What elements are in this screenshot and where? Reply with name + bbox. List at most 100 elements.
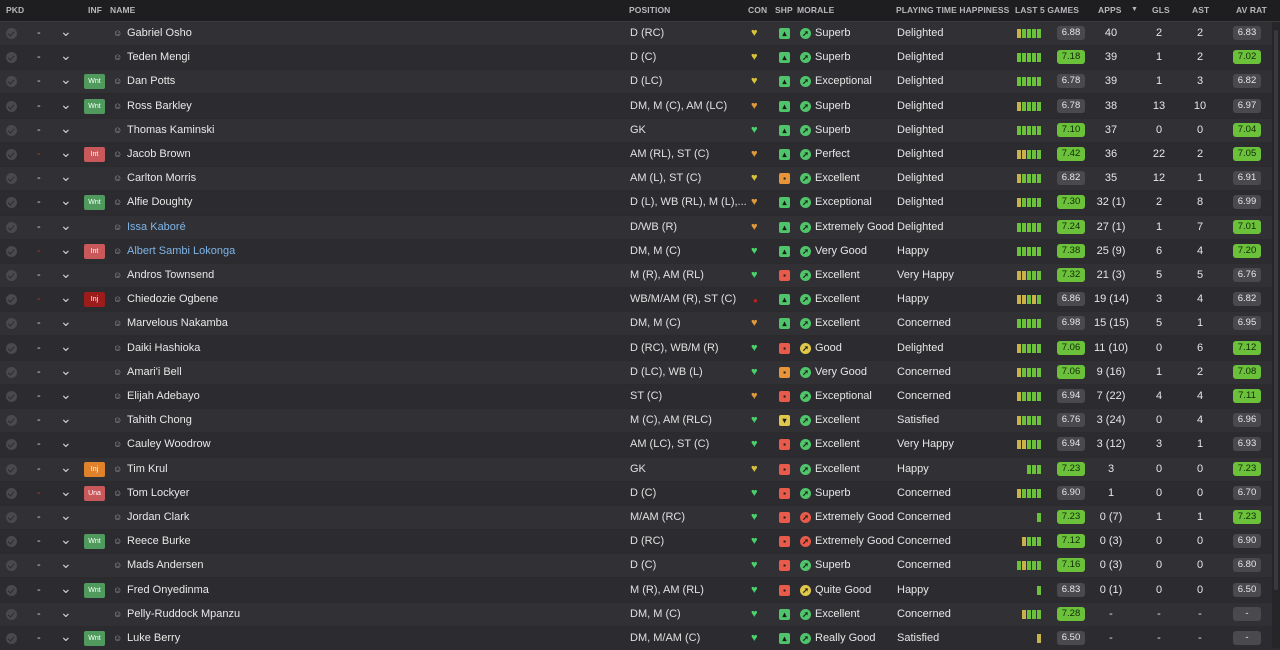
table-row[interactable]: - ⌄ Wnt ☺ Luke Berry DM, M/AM (C) ♥ ▴ ➚ Really Go… (0, 627, 1280, 650)
sort-desc-icon[interactable]: ▼ (1131, 6, 1138, 13)
chevron-down-icon[interactable]: ⌄ (60, 627, 72, 650)
picked-status[interactable]: - (37, 433, 41, 456)
picked-status[interactable]: - (37, 579, 41, 602)
chevron-down-icon[interactable]: ⌄ (60, 312, 72, 335)
picked-status[interactable]: - (37, 361, 41, 384)
select-checkbox[interactable] (6, 608, 17, 620)
table-row[interactable]: - ⌄ ☺ Carlton Morris AM (L), ST (C) ♥ ▪ ➚ Excell… (0, 167, 1280, 191)
chevron-down-icon[interactable]: ⌄ (60, 530, 72, 553)
col-inf-header[interactable]: INF (88, 5, 102, 15)
col-avrat-header[interactable]: AV RAT (1236, 5, 1267, 15)
select-checkbox[interactable] (6, 294, 17, 306)
select-checkbox[interactable] (6, 584, 17, 596)
player-name[interactable]: Issa Kaboré (127, 216, 186, 239)
player-name[interactable]: Fred Onyedinma (127, 579, 209, 602)
player-name[interactable]: Jordan Clark (127, 506, 189, 529)
select-checkbox[interactable] (6, 245, 17, 257)
chevron-down-icon[interactable]: ⌄ (60, 337, 72, 360)
chevron-down-icon[interactable]: ⌄ (60, 143, 72, 166)
picked-status[interactable]: - (37, 216, 41, 239)
player-name[interactable]: Thomas Kaminski (127, 119, 214, 142)
select-checkbox[interactable] (6, 52, 17, 64)
player-name[interactable]: Carlton Morris (127, 167, 196, 190)
picked-status[interactable]: - (37, 70, 41, 93)
table-row[interactable]: - ⌄ ☺ Marvelous Nakamba DM, M (C) ♥ ▴ ➚ Excellen… (0, 312, 1280, 336)
select-checkbox[interactable] (6, 221, 17, 233)
table-row[interactable]: - ⌄ ☺ Elijah Adebayo ST (C) ♥ ▪ ➚ Exceptional Con… (0, 385, 1280, 408)
select-checkbox[interactable] (6, 28, 17, 39)
col-pth-header[interactable]: PLAYING TIME HAPPINESS (896, 5, 1009, 15)
table-row[interactable]: - ⌄ ☺ Issa Kaboré D/WB (R) ♥ ▴ ➚ Extremely Good D… (0, 215, 1280, 239)
player-name[interactable]: Mads Andersen (127, 554, 203, 577)
chevron-down-icon[interactable]: ⌄ (60, 46, 72, 69)
table-row[interactable]: - ⌄ Int ☺ Jacob Brown AM (RL), ST (C) ♥ ▴ ➚ Perfe… (0, 143, 1280, 166)
picked-status[interactable]: - (37, 119, 41, 142)
table-row[interactable]: - ⌄ Wnt ☺ Alfie Doughty D (L), WB (RL), M (L)… (0, 191, 1280, 215)
scrollbar-thumb[interactable] (1274, 30, 1278, 590)
picked-status[interactable]: - (37, 288, 41, 311)
picked-status[interactable]: - (37, 46, 41, 69)
select-checkbox[interactable] (6, 391, 17, 402)
chevron-down-icon[interactable]: ⌄ (60, 22, 72, 45)
player-name[interactable]: Luke Berry (127, 627, 180, 650)
table-row[interactable]: - ⌄ Int ☺ Albert Sambi Lokonga DM, M (C) ♥ ▴ ➚ Ve… (0, 239, 1280, 263)
select-checkbox[interactable] (6, 76, 17, 88)
player-name[interactable]: Gabriel Osho (127, 22, 192, 45)
picked-status[interactable]: - (37, 143, 41, 166)
col-con-header[interactable]: CON (748, 5, 767, 15)
player-name[interactable]: Andros Townsend (127, 264, 214, 287)
chevron-down-icon[interactable]: ⌄ (60, 579, 72, 602)
picked-status[interactable]: - (37, 167, 41, 190)
chevron-down-icon[interactable]: ⌄ (60, 603, 72, 626)
player-name[interactable]: Reece Burke (127, 530, 191, 553)
picked-status[interactable]: - (37, 95, 41, 118)
player-name[interactable]: Jacob Brown (127, 143, 191, 166)
select-checkbox[interactable] (6, 149, 17, 160)
player-name[interactable]: Tim Krul (127, 458, 168, 481)
player-name[interactable]: Elijah Adebayo (127, 385, 200, 408)
table-row[interactable]: - ⌄ ☺ Tahith Chong M (C), AM (RLC) ♥ ▾ ➚ Excelle… (0, 409, 1280, 433)
chevron-down-icon[interactable]: ⌄ (60, 409, 72, 432)
table-row[interactable]: - ⌄ Inj ☺ Tim Krul GK ♥ ▪ ➚ Excellent Happy 7.23 3 0 0… (0, 457, 1280, 481)
player-name[interactable]: Albert Sambi Lokonga (127, 240, 235, 263)
col-apps-header[interactable]: APPS (1098, 5, 1122, 15)
chevron-down-icon[interactable]: ⌄ (60, 482, 72, 505)
picked-status[interactable]: - (37, 458, 41, 481)
chevron-down-icon[interactable]: ⌄ (60, 95, 72, 118)
table-row[interactable]: - ⌄ Wnt ☺ Ross Barkley DM, M (C), AM (LC) ♥ ▴ ➚ S… (0, 94, 1280, 118)
chevron-down-icon[interactable]: ⌄ (60, 385, 72, 408)
select-checkbox[interactable] (6, 536, 17, 548)
col-pkd-header[interactable]: PKD (6, 5, 24, 15)
select-checkbox[interactable] (6, 560, 17, 572)
chevron-down-icon[interactable]: ⌄ (60, 554, 72, 577)
table-row[interactable]: - ⌄ ☺ Andros Townsend M (R), AM (RL) ♥ ▪ ➚ Excel… (0, 264, 1280, 287)
chevron-down-icon[interactable]: ⌄ (60, 191, 72, 214)
select-checkbox[interactable] (6, 270, 17, 281)
chevron-down-icon[interactable]: ⌄ (60, 433, 72, 456)
player-name[interactable]: Teden Mengi (127, 46, 190, 69)
col-morale-header[interactable]: MORALE (797, 5, 834, 15)
col-name-header[interactable]: NAME (110, 5, 135, 15)
player-name[interactable]: Cauley Woodrow (127, 433, 211, 456)
select-checkbox[interactable] (6, 318, 17, 330)
chevron-down-icon[interactable]: ⌄ (60, 264, 72, 287)
table-row[interactable]: - ⌄ Wnt ☺ Reece Burke D (RC) ♥ ▪ ➚ Extremely Good… (0, 530, 1280, 554)
col-last5-header[interactable]: LAST 5 GAMES (1015, 5, 1079, 15)
col-ast-header[interactable]: AST (1192, 5, 1209, 15)
picked-status[interactable]: - (37, 264, 41, 287)
player-name[interactable]: Chiedozie Ogbene (127, 288, 218, 311)
table-row[interactable]: - ⌄ Wnt ☺ Fred Onyedinma M (R), AM (RL) ♥ ▪ ➚ Qui… (0, 578, 1280, 602)
chevron-down-icon[interactable]: ⌄ (60, 361, 72, 384)
player-name[interactable]: Alfie Doughty (127, 191, 192, 214)
select-checkbox[interactable] (6, 487, 17, 499)
table-row[interactable]: - ⌄ ☺ Teden Mengi D (C) ♥ ▴ ➚ Superb Delighted 7.1… (0, 46, 1280, 70)
chevron-down-icon[interactable]: ⌄ (60, 216, 72, 239)
picked-status[interactable]: - (37, 627, 41, 650)
table-row[interactable]: - ⌄ ☺ Pelly-Ruddock Mpanzu DM, M (C) ♥ ▴ ➚ Excel… (0, 602, 1280, 626)
table-row[interactable]: - ⌄ ☺ Cauley Woodrow AM (LC), ST (C) ♥ ▪ ➚ Excel… (0, 433, 1280, 457)
chevron-down-icon[interactable]: ⌄ (60, 288, 72, 311)
table-row[interactable]: - ⌄ ☺ Daiki Hashioka D (RC), WB/M (R) ♥ ▪ ➚ Good… (0, 336, 1280, 360)
select-checkbox[interactable] (6, 415, 17, 427)
table-row[interactable]: - ⌄ Una ☺ Tom Lockyer D (C) ♥ ▪ ➚ Superb Concerned… (0, 481, 1280, 505)
select-checkbox[interactable] (6, 197, 17, 209)
